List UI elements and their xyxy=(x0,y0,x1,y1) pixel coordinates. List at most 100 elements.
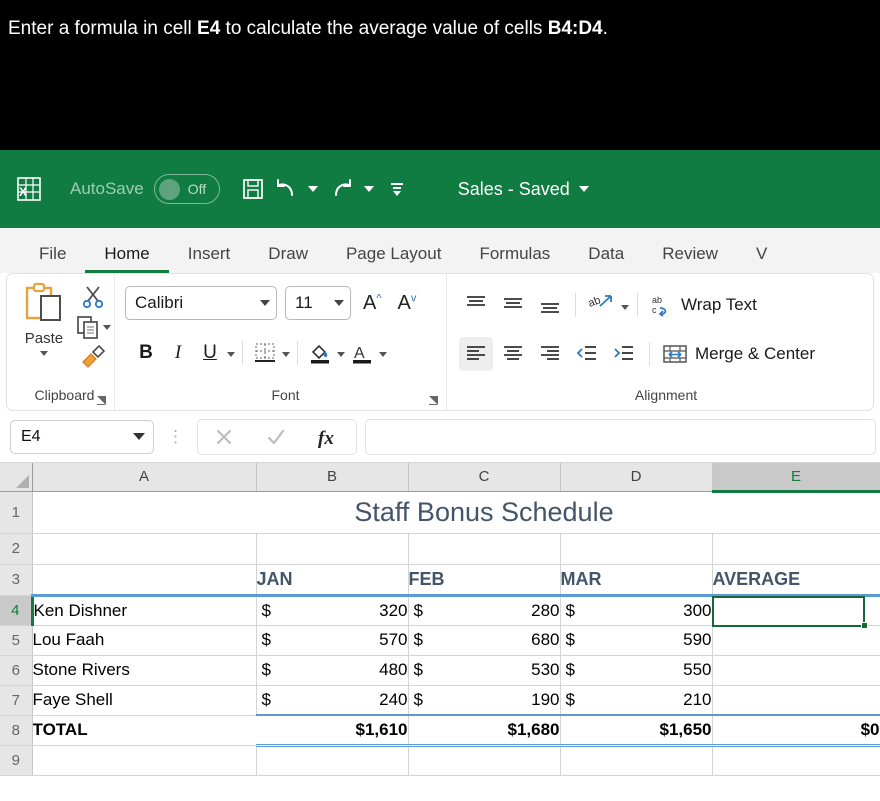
tab-view[interactable]: V xyxy=(737,244,786,273)
cell-b3-jan-header[interactable]: JAN xyxy=(256,564,409,597)
cell-d6-mar[interactable]: $550 xyxy=(560,655,713,686)
cancel-icon[interactable] xyxy=(212,425,236,449)
wrap-text-button[interactable]: ab c Wrap Text xyxy=(646,293,757,317)
fill-handle[interactable] xyxy=(861,622,868,629)
clipboard-dialog-launcher[interactable] xyxy=(96,395,107,406)
cell-c5-feb[interactable]: $680 xyxy=(408,625,561,656)
formula-bar-drag-handle[interactable]: ⋮ xyxy=(154,427,197,447)
row-header-4[interactable]: 4 xyxy=(0,595,34,626)
paste-dropdown-caret-icon[interactable] xyxy=(39,351,48,356)
cell-d4-mar[interactable]: $300 xyxy=(560,595,713,626)
cell-e7-average[interactable] xyxy=(712,685,880,716)
cell-d7-mar[interactable]: $210 xyxy=(560,685,713,716)
font-color-button[interactable]: A xyxy=(347,337,377,369)
align-middle-button[interactable] xyxy=(496,288,530,322)
copy-button[interactable] xyxy=(75,314,112,340)
cell-a2[interactable] xyxy=(32,533,257,565)
cell-b9[interactable] xyxy=(256,745,409,776)
cell-d2[interactable] xyxy=(560,533,713,565)
tab-draw[interactable]: Draw xyxy=(249,244,327,273)
row-header-3[interactable]: 3 xyxy=(0,564,33,596)
cell-e5-average[interactable] xyxy=(712,625,880,656)
cell-c3-feb-header[interactable]: FEB xyxy=(408,564,561,597)
underline-button[interactable]: U xyxy=(195,337,225,369)
column-header-e[interactable]: E xyxy=(712,463,880,493)
cell-d5-mar[interactable]: $590 xyxy=(560,625,713,656)
font-dialog-launcher[interactable] xyxy=(428,395,439,406)
cell-d3-mar-header[interactable]: MAR xyxy=(560,564,713,597)
cell-c7-feb[interactable]: $190 xyxy=(408,685,561,716)
name-box[interactable]: E4 xyxy=(10,419,154,454)
cell-c4-feb[interactable]: $280 xyxy=(408,595,561,626)
decrease-indent-button[interactable] xyxy=(570,337,604,371)
copy-dropdown-caret-icon[interactable] xyxy=(103,324,112,330)
formula-input[interactable] xyxy=(365,418,876,455)
increase-font-size-button[interactable]: A^ xyxy=(359,292,386,315)
cell-e3-average-header[interactable]: AVERAGE xyxy=(712,564,880,597)
cell-b1-title[interactable]: Staff Bonus Schedule xyxy=(256,491,712,534)
tab-file[interactable]: File xyxy=(20,244,85,273)
align-top-button[interactable] xyxy=(459,288,493,322)
align-right-button[interactable] xyxy=(533,337,567,371)
align-center-button[interactable] xyxy=(496,337,530,371)
row-header-6[interactable]: 6 xyxy=(0,655,33,686)
orientation-button[interactable]: ab xyxy=(584,288,618,322)
format-painter-button[interactable] xyxy=(80,344,106,370)
tab-review[interactable]: Review xyxy=(643,244,737,273)
borders-dropdown-caret-icon[interactable] xyxy=(282,352,290,357)
cell-e2[interactable] xyxy=(712,533,880,565)
customize-quick-access-button[interactable] xyxy=(384,169,410,209)
cell-b8-total-jan[interactable]: $1,610 xyxy=(256,714,409,747)
cell-a4-name[interactable]: Ken Dishner xyxy=(32,595,257,626)
tab-data[interactable]: Data xyxy=(569,244,643,273)
bold-button[interactable]: B xyxy=(131,337,161,369)
cell-e9[interactable] xyxy=(712,745,880,776)
cell-c8-total-feb[interactable]: $1,680 xyxy=(408,714,561,747)
column-header-d[interactable]: D xyxy=(560,463,713,492)
align-left-button[interactable] xyxy=(459,336,493,371)
merge-and-center-button[interactable]: Merge & Center xyxy=(658,342,815,366)
italic-button[interactable]: I xyxy=(163,337,193,369)
insert-function-icon[interactable]: fx xyxy=(316,425,342,449)
row-header-9[interactable]: 9 xyxy=(0,745,33,776)
tab-home[interactable]: Home xyxy=(85,244,169,273)
cell-e1[interactable] xyxy=(712,491,880,534)
font-size-select[interactable]: 11 xyxy=(285,286,351,320)
cell-d8-total-mar[interactable]: $1,650 xyxy=(560,714,713,747)
cell-b5-jan[interactable]: $570 xyxy=(256,625,409,656)
cell-a3-name-header[interactable] xyxy=(32,564,257,597)
row-header-2[interactable]: 2 xyxy=(0,533,33,565)
tab-page-layout[interactable]: Page Layout xyxy=(327,244,460,273)
row-header-5[interactable]: 5 xyxy=(0,625,33,656)
cell-a1[interactable] xyxy=(32,491,256,534)
select-all-corner[interactable] xyxy=(0,463,33,492)
paste-button[interactable]: Paste xyxy=(15,282,73,370)
undo-dropdown-caret-icon[interactable] xyxy=(307,186,318,192)
borders-button[interactable] xyxy=(250,337,280,369)
autosave-toggle[interactable]: Off xyxy=(153,174,220,204)
font-name-select[interactable]: Calibri xyxy=(125,286,277,320)
row-header-8[interactable]: 8 xyxy=(0,715,33,746)
underline-dropdown-caret-icon[interactable] xyxy=(227,352,235,357)
redo-button[interactable] xyxy=(328,169,356,209)
tab-formulas[interactable]: Formulas xyxy=(460,244,569,273)
cell-a5-name[interactable]: Lou Faah xyxy=(32,625,257,656)
cell-d9[interactable] xyxy=(560,745,713,776)
fill-color-button[interactable] xyxy=(305,337,335,369)
orientation-dropdown-caret-icon[interactable] xyxy=(621,304,629,310)
cell-e6-average[interactable] xyxy=(712,655,880,686)
cell-b6-jan[interactable]: $480 xyxy=(256,655,409,686)
align-bottom-button[interactable] xyxy=(533,288,567,322)
undo-button[interactable] xyxy=(272,169,300,209)
cell-b7-jan[interactable]: $240 xyxy=(256,685,409,716)
save-button[interactable] xyxy=(240,169,266,209)
document-title-button[interactable]: Sales - Saved xyxy=(458,179,589,200)
cell-a9[interactable] xyxy=(32,745,257,776)
row-header-7[interactable]: 7 xyxy=(0,685,33,716)
cell-a8-total-label[interactable]: TOTAL xyxy=(32,715,256,746)
font-color-dropdown-caret-icon[interactable] xyxy=(379,352,387,357)
tab-insert[interactable]: Insert xyxy=(169,244,250,273)
cell-b2[interactable] xyxy=(256,533,409,565)
column-header-c[interactable]: C xyxy=(408,463,561,492)
cell-a6-name[interactable]: Stone Rivers xyxy=(32,655,257,686)
